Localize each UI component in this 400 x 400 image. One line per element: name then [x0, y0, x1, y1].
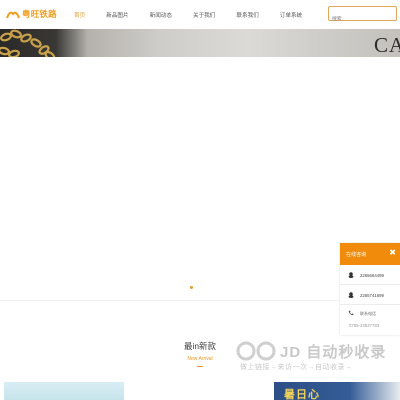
qq-number: 2265741699 — [360, 293, 384, 298]
qq-contact-1[interactable]: 2265664499 — [340, 265, 400, 285]
widget-header: 在线咨询 ✖ — [340, 243, 400, 265]
phone-number: 0755-23537793 — [349, 323, 380, 328]
product-card-image[interactable]: 暑日心 — [274, 382, 400, 400]
phone-label: 联系电话 — [360, 311, 376, 316]
hero-banner-image: CA — [0, 29, 400, 57]
product-card-image[interactable] — [4, 382, 124, 400]
search-box — [328, 6, 397, 25]
carousel-dot-active[interactable] — [190, 286, 193, 289]
close-icon[interactable]: ✖ — [389, 249, 396, 257]
watermark-overlay: JD 自动秒收录 做上链接→来访一次→自动收录→ — [228, 340, 388, 376]
logo-text: 粤旺铁路 — [22, 9, 57, 19]
nav-item-new-products[interactable]: 新品图片 — [106, 11, 128, 19]
qq-icon — [348, 292, 354, 298]
online-service-widget: 在线咨询 ✖ 2265664499 2265741699 联系电话 0755-2… — [340, 243, 400, 335]
watermark-subtext: 做上链接→来访一次→自动收录→ — [240, 364, 353, 371]
qq-icon — [348, 272, 354, 278]
nav-item-news[interactable]: 新闻动态 — [150, 11, 172, 19]
main-nav: 首页 新品图片 新闻动态 关于我们 联系我们 订单系统 — [74, 11, 323, 19]
nav-item-home[interactable]: 首页 — [74, 11, 85, 19]
chain-decoration — [0, 29, 56, 57]
watermark-text: JD 自动秒收录 — [280, 344, 387, 361]
nav-item-about[interactable]: 关于我们 — [193, 11, 215, 19]
qq-contact-2[interactable]: 2265741699 — [340, 285, 400, 305]
logo-icon — [6, 9, 20, 19]
site-header: 粤旺铁路 首页 新品图片 新闻动态 关于我们 联系我们 订单系统 — [0, 0, 400, 29]
widget-title: 在线咨询 — [346, 252, 367, 258]
hero-brand-text: CA — [374, 33, 400, 57]
phone-icon — [348, 310, 354, 316]
nav-item-contact[interactable]: 联系我们 — [236, 11, 258, 19]
section-divider — [197, 366, 203, 367]
search-input[interactable] — [332, 14, 392, 25]
carousel-pagination — [190, 286, 193, 289]
site-logo[interactable]: 粤旺铁路 — [6, 8, 57, 20]
qq-number: 2265664499 — [360, 273, 384, 278]
nav-item-orders[interactable]: 订单系统 — [280, 11, 302, 19]
product-card-text: 暑日心 — [284, 389, 320, 400]
watermark-logo-icon — [236, 341, 276, 361]
